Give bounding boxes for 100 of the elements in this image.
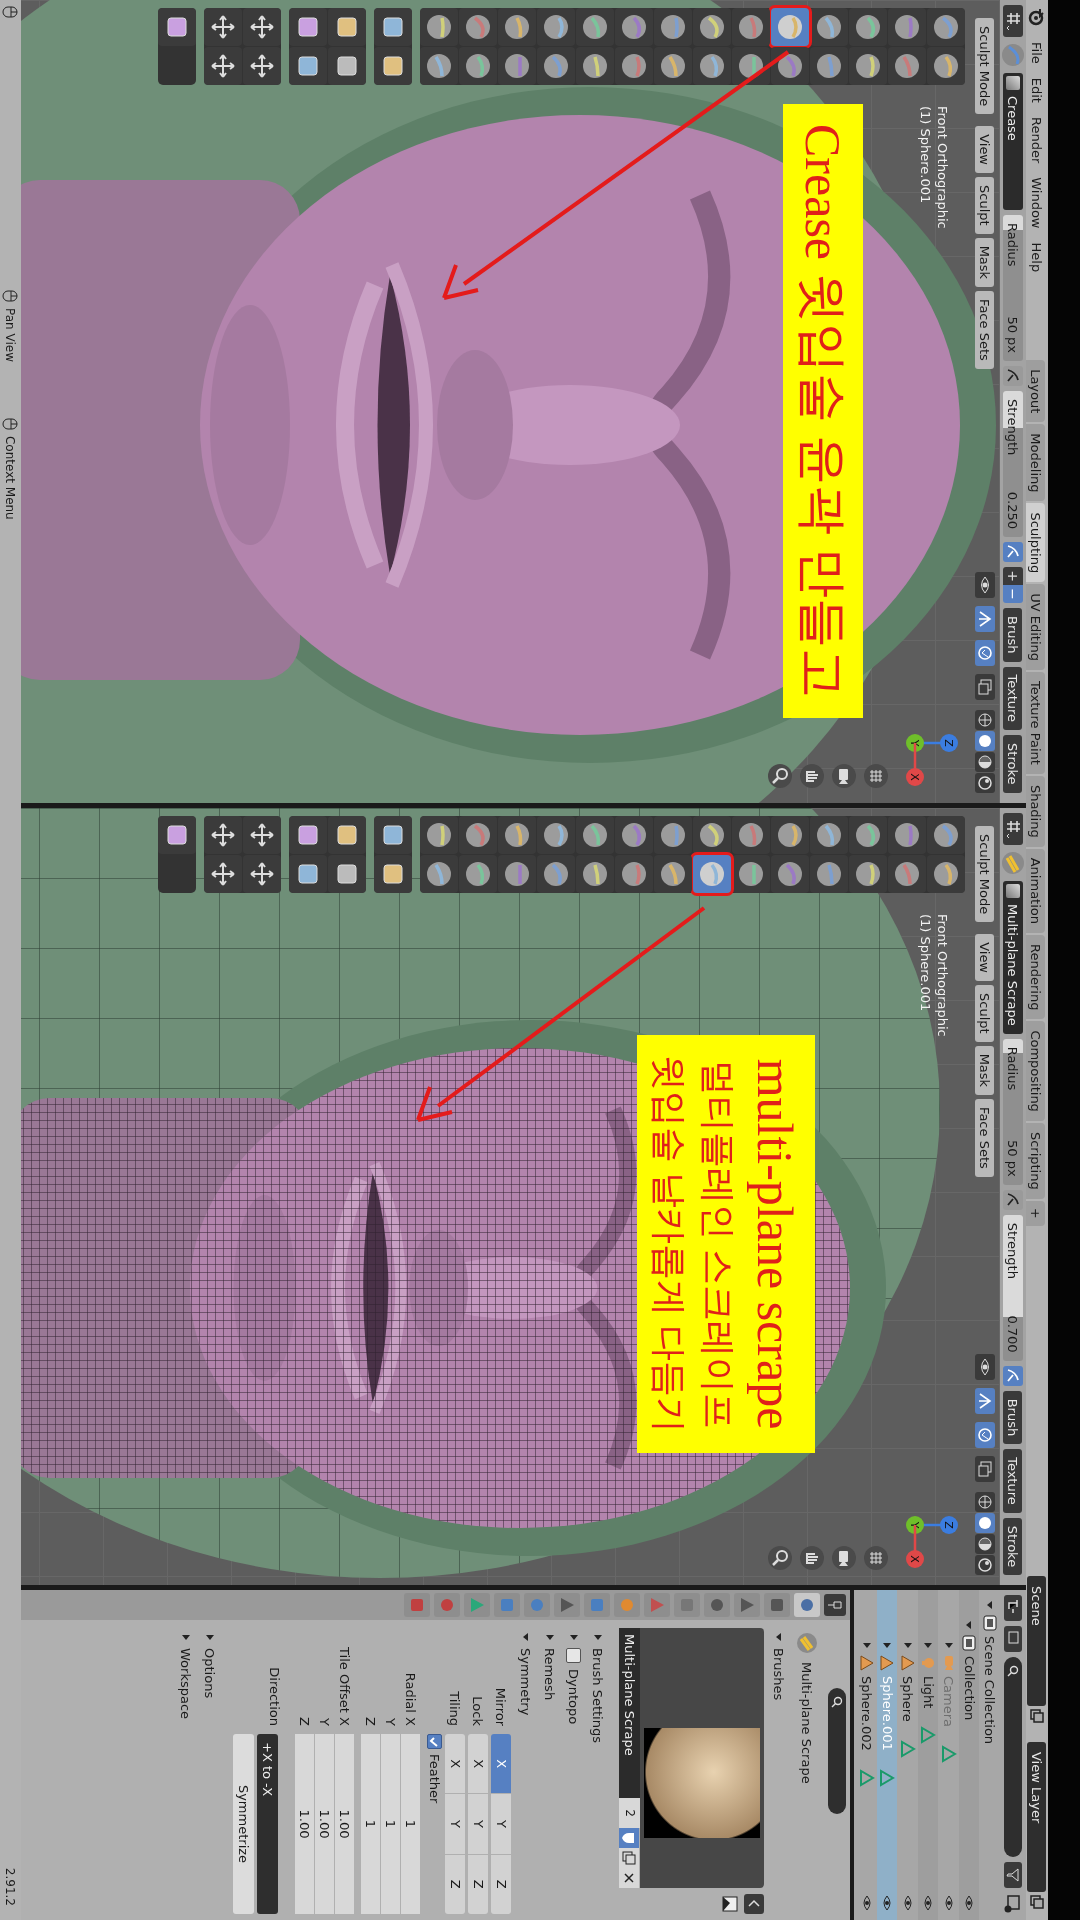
dropdown-menu[interactable]: Stroke [1003, 1517, 1023, 1576]
property-label: Y [383, 1717, 398, 1726]
property-label: Tile Offset X [337, 1646, 352, 1726]
active-tool-name: Multi-plane Scrape [799, 1662, 815, 1784]
dropdown-menu[interactable]: Texture [1003, 666, 1023, 731]
workspace-tab[interactable]: Scripting [1026, 1122, 1045, 1199]
active-object-label: (1) Sphere.001 [917, 914, 934, 1012]
header-menu[interactable]: Mask [975, 1045, 995, 1096]
panel-header[interactable]: Symmetry [515, 1628, 537, 1914]
menu-item[interactable]: Help [1029, 236, 1045, 279]
panel-header[interactable]: Remesh [539, 1628, 561, 1914]
outliner-row[interactable]: Sphere [897, 1590, 918, 1920]
radius-slider[interactable]: Radius 50 px [1003, 215, 1023, 361]
property-label: Y [317, 1717, 332, 1726]
workspace-tab[interactable]: Shading [1026, 775, 1045, 847]
axis-toggle[interactable]: Y [445, 1794, 465, 1854]
header-menu[interactable]: View [975, 126, 995, 173]
add-workspace-button[interactable]: + [1026, 1200, 1045, 1226]
strength-slider[interactable]: Strength 0.250 [1003, 391, 1023, 537]
direction-toggle[interactable]: + [1003, 567, 1023, 585]
property-label: Z [297, 1716, 312, 1726]
workspace-tab[interactable]: Sculpting [1026, 503, 1045, 583]
property-label: Tiling [447, 1690, 463, 1726]
strength-slider[interactable]: Strength 0.700 [1003, 1214, 1023, 1361]
brush-name-field[interactable]: Multi-plane Scrape [619, 1628, 640, 1798]
annotation-text: 멀티플레인 스크레이프 [697, 1059, 739, 1429]
number-field[interactable]: 1 [401, 1734, 420, 1914]
workspace-tab[interactable]: Compositing [1026, 1021, 1045, 1121]
number-field[interactable]: 1 [381, 1734, 400, 1914]
active-object-label: (1) Sphere.001 [917, 106, 934, 204]
mode-dropdown[interactable]: Sculpt Mode [975, 18, 995, 115]
outliner-item-label: Collection [961, 1656, 977, 1721]
panel-header[interactable]: Dyntopo [563, 1628, 585, 1914]
workspace-tab[interactable]: Rendering [1026, 935, 1045, 1020]
outliner-item-label: Scene Collection [982, 1636, 998, 1745]
header-menu[interactable]: Mask [975, 237, 995, 288]
outliner-row[interactable]: Collection [959, 1590, 980, 1920]
header-menu[interactable]: Face Sets [975, 291, 995, 369]
workspace-tab[interactable]: Texture Paint [1026, 672, 1045, 774]
property-label: Direction [267, 1666, 282, 1726]
outliner-row[interactable]: Light [918, 1590, 939, 1920]
direction-toggle[interactable]: − [1003, 585, 1023, 603]
panel-header[interactable]: Brushes [768, 1628, 790, 1914]
brush-name-field[interactable]: Multi-plane Scrape [1003, 881, 1023, 1034]
property-label: Z [363, 1716, 378, 1726]
annotation-text: 윗입술 날카롭게 다듬기 [647, 1055, 690, 1433]
panel-header[interactable]: Options [199, 1628, 221, 1914]
menu-item[interactable]: Edit [1029, 71, 1045, 109]
outliner-item-label: Camera [941, 1676, 957, 1728]
view-name-label: Front Orthographic [934, 106, 951, 229]
status-hint: Context Menu [3, 435, 18, 520]
panel-header[interactable]: Brush Settings [587, 1628, 609, 1914]
annotation-text: Crease 윗입술 윤곽 만들고 [794, 124, 852, 698]
workspace-tab[interactable]: Animation [1026, 848, 1045, 933]
dropdown-menu[interactable]: Brush [1003, 608, 1023, 662]
outliner-item-label: Sphere.001 [879, 1676, 895, 1751]
status-hint: Pan View [3, 308, 18, 362]
panel-header[interactable]: Workspace [175, 1628, 197, 1914]
number-field[interactable]: 1.00 [295, 1734, 314, 1914]
axis-toggle[interactable]: X [468, 1734, 488, 1794]
scene-selector[interactable]: Scene [1027, 1576, 1047, 1706]
axis-toggle[interactable]: Z [468, 1854, 488, 1914]
header-menu[interactable]: Sculpt [975, 985, 995, 1042]
menu-item[interactable]: Render [1029, 110, 1045, 170]
version-label: 2.91.2 [3, 1867, 18, 1906]
menu-item[interactable]: File [1029, 36, 1045, 70]
dropdown-menu[interactable]: Stroke [1003, 735, 1023, 793]
workspace-tab[interactable]: Layout [1026, 360, 1045, 423]
outliner-row[interactable]: Sphere.002 [856, 1590, 877, 1920]
number-field[interactable]: 1.00 [335, 1734, 354, 1914]
annotation-text: multi-plane scrape [746, 1058, 804, 1430]
brush-name-field[interactable]: Crease [1003, 73, 1023, 210]
dropdown-menu[interactable]: Texture [1003, 1449, 1023, 1513]
property-label: Radial X [403, 1671, 418, 1726]
number-field[interactable]: 1 [361, 1734, 380, 1914]
user-count[interactable]: 2 [619, 1798, 640, 1828]
direction-dropdown[interactable]: +X to -X [257, 1734, 278, 1914]
property-label: Lock [470, 1695, 486, 1726]
radius-slider[interactable]: Radius 50 px [1003, 1038, 1023, 1185]
outliner-item-label: Light [920, 1676, 936, 1709]
workspace-tab[interactable]: UV Editing [1026, 584, 1045, 670]
mode-dropdown[interactable]: Sculpt Mode [975, 826, 995, 923]
axis-toggle[interactable]: Z [445, 1854, 465, 1914]
header-menu[interactable]: Sculpt [975, 177, 995, 234]
number-field[interactable]: 1.00 [315, 1734, 334, 1914]
dropdown-menu[interactable]: Brush [1003, 1390, 1023, 1445]
axis-toggle[interactable]: Y [468, 1794, 488, 1854]
view-layer-selector[interactable]: View Layer [1027, 1742, 1047, 1892]
symmetrize-button[interactable]: Symmetrize [233, 1734, 254, 1914]
axis-toggle[interactable]: X [445, 1734, 465, 1794]
axis-toggle[interactable]: Y [491, 1794, 511, 1854]
axis-toggle[interactable]: Z [491, 1854, 511, 1914]
checkbox-label: Feather [427, 1754, 442, 1804]
view-name-label: Front Orthographic [934, 914, 951, 1037]
header-menu[interactable]: View [975, 934, 995, 981]
header-menu[interactable]: Face Sets [975, 1099, 995, 1177]
axis-toggle[interactable]: X [491, 1734, 511, 1794]
workspace-tab[interactable]: Modeling [1026, 424, 1045, 502]
outliner-row[interactable]: Scene Collection [979, 1590, 1000, 1920]
menu-item[interactable]: Window [1029, 171, 1045, 235]
